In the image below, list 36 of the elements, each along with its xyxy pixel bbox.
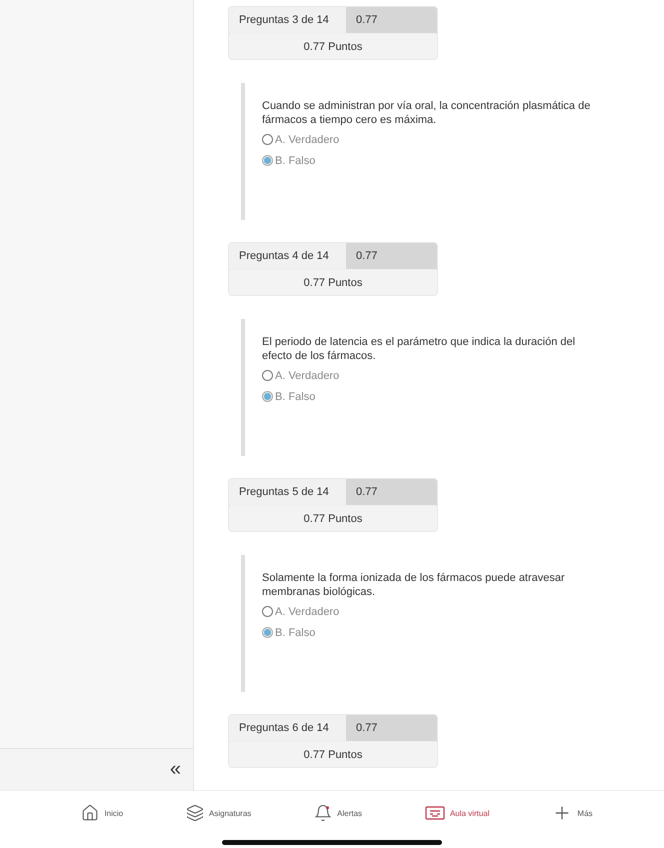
question-points: 0.77 Puntos (229, 34, 437, 59)
option-label: A. Verdadero (275, 370, 340, 382)
question-score: 0.77 (346, 243, 437, 269)
option-label: B. Falso (275, 390, 316, 402)
question-points: 0.77 Puntos (229, 742, 437, 767)
radio-button[interactable] (262, 370, 273, 381)
nav-item[interactable]: Alertas (314, 803, 362, 823)
question-points: 0.77 Puntos (229, 270, 437, 295)
option-label: B. Falso (275, 154, 316, 166)
question-score: 0.77 (346, 7, 437, 33)
question-number: Preguntas 3 de 14 (229, 7, 346, 33)
question-text: Cuando se administran por vía oral, la concentración plasmática de fármacos a tiempo cero es máxima. (262, 99, 592, 127)
question-text: Solamente la forma ionizada de los fármacos puede atravesar membranas biológicas. (262, 571, 566, 599)
radio-button[interactable] (262, 627, 273, 638)
layers-icon (186, 804, 204, 822)
option-label: A. Verdadero (275, 134, 340, 146)
bell-icon (314, 804, 332, 822)
radio-button[interactable] (262, 155, 273, 166)
nav-item[interactable]: Inicio (81, 803, 124, 823)
option-label: A. Verdadero (275, 606, 340, 618)
radio-button[interactable] (262, 391, 273, 402)
question-points: 0.77 Puntos (229, 506, 437, 531)
question-score: 0.77 (346, 715, 437, 741)
classroom-icon (424, 806, 445, 820)
question-text: El periodo de latencia es el parámetro que indica la duración del efecto de los fármacos. (262, 335, 576, 363)
question-score: 0.77 (346, 479, 437, 505)
nav-item[interactable]: Más (552, 803, 593, 823)
nav-item[interactable]: Aula virtual (424, 803, 490, 823)
option-label: B. Falso (275, 626, 316, 638)
radio-button[interactable] (262, 134, 273, 145)
home-icon (81, 804, 100, 822)
question-number: Preguntas 5 de 14 (229, 479, 346, 505)
question-number: Preguntas 6 de 14 (229, 715, 346, 741)
nav-item[interactable]: Asignaturas (186, 803, 252, 823)
radio-button[interactable] (262, 606, 273, 617)
question-number: Preguntas 4 de 14 (229, 243, 346, 269)
